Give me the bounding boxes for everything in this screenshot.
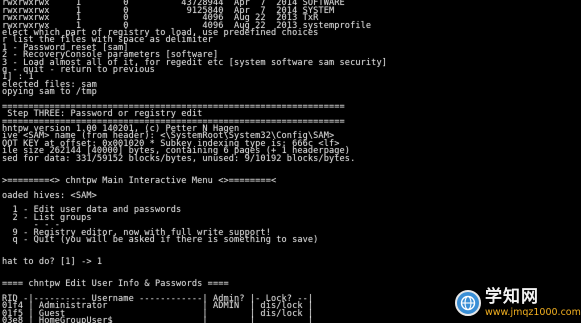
terminal-line: >========<> chntpw Main Interactive Menu… xyxy=(2,175,277,186)
terminal-output: rwxrwxrwx 1 0 262144 Apr 7 2014 SECURITY… xyxy=(2,0,581,323)
terminal-screen: rwxrwxrwx 1 0 262144 Apr 7 2014 SECURITY… xyxy=(0,0,581,323)
terminal-line: hat to do? [1] -> 1 xyxy=(2,257,103,268)
terminal-line: opying sam to /tmp xyxy=(2,87,97,98)
site-watermark: 学知网 www.jmqz1000.com xyxy=(455,286,581,320)
globe-glyph-icon xyxy=(460,295,476,311)
terminal-line: sed for data: 331/59152 blocks/bytes, un… xyxy=(2,153,356,164)
watermark-text: 学知网 www.jmqz1000.com xyxy=(485,286,581,318)
watermark-url: www.jmqz1000.com xyxy=(485,306,581,318)
terminal-line: q - quit - return to previous xyxy=(2,64,155,75)
terminal-line: oaded hives: <SAM> xyxy=(2,190,97,201)
terminal-line: q - Quit (you will be asked if there is … xyxy=(2,234,319,245)
watermark-title: 学知网 xyxy=(485,286,539,307)
terminal-line: 2 - List groups xyxy=(2,212,92,223)
globe-icon xyxy=(455,290,481,316)
